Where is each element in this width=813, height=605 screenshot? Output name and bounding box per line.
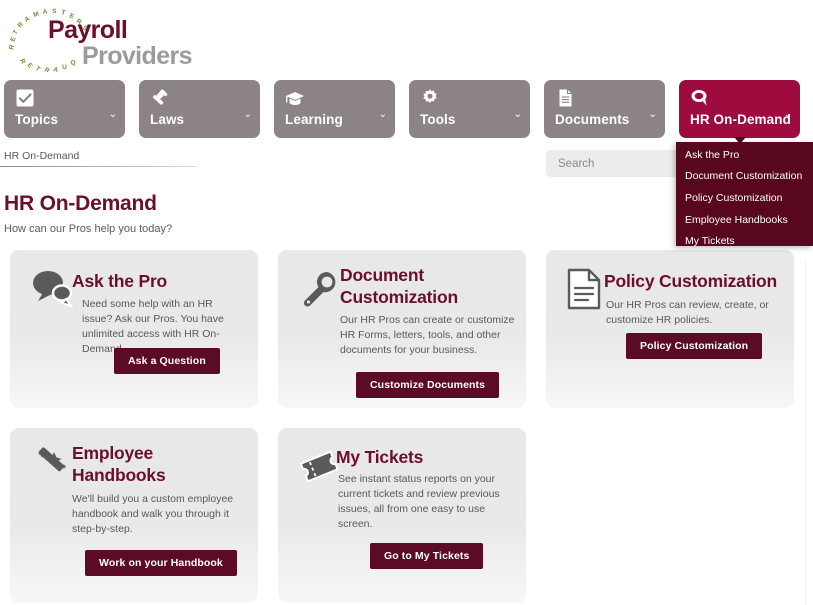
nav-item-learning[interactable]: Learning ⌄	[274, 80, 395, 138]
svg-text:M: M	[32, 11, 39, 19]
card-title-ask-the-pro: Ask the Pro	[72, 271, 168, 291]
svg-text:R: R	[43, 67, 51, 72]
svg-text:Providers: Providers	[82, 42, 192, 70]
nav-item-hr-on-demand[interactable]: HR On-Demand ⌄	[679, 80, 800, 144]
page-subtitle: How can our Pros help you today?	[4, 223, 173, 235]
chevron-down-icon[interactable]: ⌄	[514, 110, 522, 120]
ticket-icon	[298, 446, 339, 486]
dropdown-item-my-tickets[interactable]: My Tickets	[685, 233, 813, 249]
svg-text:A: A	[24, 15, 32, 24]
checkbox-icon	[15, 88, 35, 108]
wrench-icon	[298, 268, 338, 308]
chevron-down-icon[interactable]: ⌄	[649, 110, 657, 120]
card-employee-handbooks[interactable]: Employee Handbooks We'll build you a cus…	[10, 428, 258, 603]
chat-bubble-icon	[690, 88, 710, 108]
page-title: HR On-Demand	[4, 192, 157, 215]
card-description-my-tickets: See instant status reports on your curre…	[338, 473, 500, 530]
nav-label-laws: Laws	[150, 112, 185, 127]
hr-on-demand-dropdown-menu: Ask the Pro Document Customization Polic…	[676, 142, 813, 249]
svg-text:R: R	[18, 58, 26, 66]
gavel-icon	[150, 88, 170, 108]
magic-wand-icon	[30, 446, 70, 486]
chevron-down-icon[interactable]: ⌄	[109, 110, 117, 120]
graduation-cap-icon	[285, 88, 305, 108]
chevron-down-icon[interactable]: ⌄	[784, 110, 792, 120]
card-button-go-to-my-tickets[interactable]: Go to My Tickets	[370, 543, 484, 569]
card-title-my-tickets: My Tickets	[336, 447, 424, 467]
breadcrumb-divider	[0, 166, 196, 167]
svg-text:R: R	[8, 44, 16, 51]
logo-graphic: R E T R A M A S T E R S R E T R A U Q Pa…	[8, 8, 192, 72]
document-lines-icon	[566, 268, 606, 310]
card-my-tickets[interactable]: My Tickets See instant status reports on…	[278, 428, 526, 603]
nav-label-learning: Learning	[285, 112, 343, 127]
nav-label-tools: Tools	[420, 112, 456, 127]
card-description-employee-handbooks: We'll build you a custom employee handbo…	[72, 493, 234, 535]
svg-text:T: T	[12, 29, 20, 36]
document-icon	[555, 88, 575, 108]
main-navigation: Topics ⌄ Laws ⌄ Learning ⌄ Tools ⌄ Docum…	[0, 80, 805, 144]
card-title-employee-handbooks: Employee Handbooks	[72, 442, 252, 486]
page-root: R E T R A M A S T E R S R E T R A U Q Pa…	[0, 0, 813, 605]
card-ask-the-pro[interactable]: Ask the Pro Need some help with an HR is…	[10, 250, 258, 408]
card-button-ask-a-question[interactable]: Ask a Question	[114, 348, 220, 374]
nav-label-documents: Documents	[555, 112, 630, 127]
card-title-line-1: Employee	[72, 443, 154, 463]
chevron-down-icon[interactable]: ⌄	[244, 110, 252, 120]
site-header: R E T R A M A S T E R S R E T R A U Q Pa…	[0, 0, 805, 76]
gear-icon	[420, 88, 440, 108]
card-document-customization[interactable]: Document Customization Our HR Pros can c…	[278, 250, 526, 408]
svg-text:Payroll: Payroll	[48, 16, 127, 44]
card-description-document-customization: Our HR Pros can create or customize HR F…	[340, 314, 515, 356]
card-title-line-1: Document	[340, 265, 424, 285]
card-title-document-customization: Document Customization	[340, 264, 515, 308]
nav-item-topics[interactable]: Topics ⌄	[4, 80, 125, 138]
dropdown-item-employee-handbooks[interactable]: Employee Handbooks	[685, 212, 813, 228]
svg-text:Q: Q	[70, 59, 76, 67]
card-description-policy-customization: Our HR Pros can review, create, or custo…	[606, 299, 769, 326]
card-button-customize-documents[interactable]: Customize Documents	[356, 372, 500, 398]
dropdown-item-ask-the-pro[interactable]: Ask the Pro	[685, 147, 813, 163]
svg-text:S: S	[52, 8, 57, 15]
svg-text:A: A	[42, 8, 48, 16]
site-logo[interactable]: R E T R A M A S T E R S R E T R A U Q Pa…	[8, 4, 248, 72]
breadcrumb[interactable]: HR On-Demand	[4, 150, 79, 162]
card-title-line-2: Handbooks	[72, 465, 166, 485]
svg-text:U: U	[62, 64, 67, 71]
nav-item-laws[interactable]: Laws ⌄	[139, 80, 260, 138]
card-title-policy-customization: Policy Customization	[604, 271, 777, 291]
svg-text:R: R	[17, 21, 25, 30]
card-policy-customization[interactable]: Policy Customization Our HR Pros can rev…	[546, 250, 794, 408]
svg-text:E: E	[25, 62, 34, 70]
card-button-work-on-your-handbook[interactable]: Work on your Handbook	[85, 550, 237, 576]
chevron-down-icon[interactable]: ⌄	[379, 110, 387, 120]
card-title-line-2: Customization	[340, 287, 458, 307]
dropdown-item-document-customization[interactable]: Document Customization	[685, 168, 813, 184]
page-scrollbar[interactable]	[805, 0, 813, 605]
dropdown-item-policy-customization[interactable]: Policy Customization	[685, 190, 813, 206]
chat-bubbles-icon	[30, 268, 74, 308]
nav-item-tools[interactable]: Tools ⌄	[409, 80, 530, 138]
nav-label-hr-on-demand: HR On-Demand	[690, 112, 791, 127]
card-button-policy-customization[interactable]: Policy Customization	[626, 333, 763, 359]
nav-label-topics: Topics	[15, 112, 59, 127]
svg-text:A: A	[53, 66, 60, 72]
nav-item-documents[interactable]: Documents ⌄	[544, 80, 665, 138]
svg-text:T: T	[34, 65, 42, 72]
